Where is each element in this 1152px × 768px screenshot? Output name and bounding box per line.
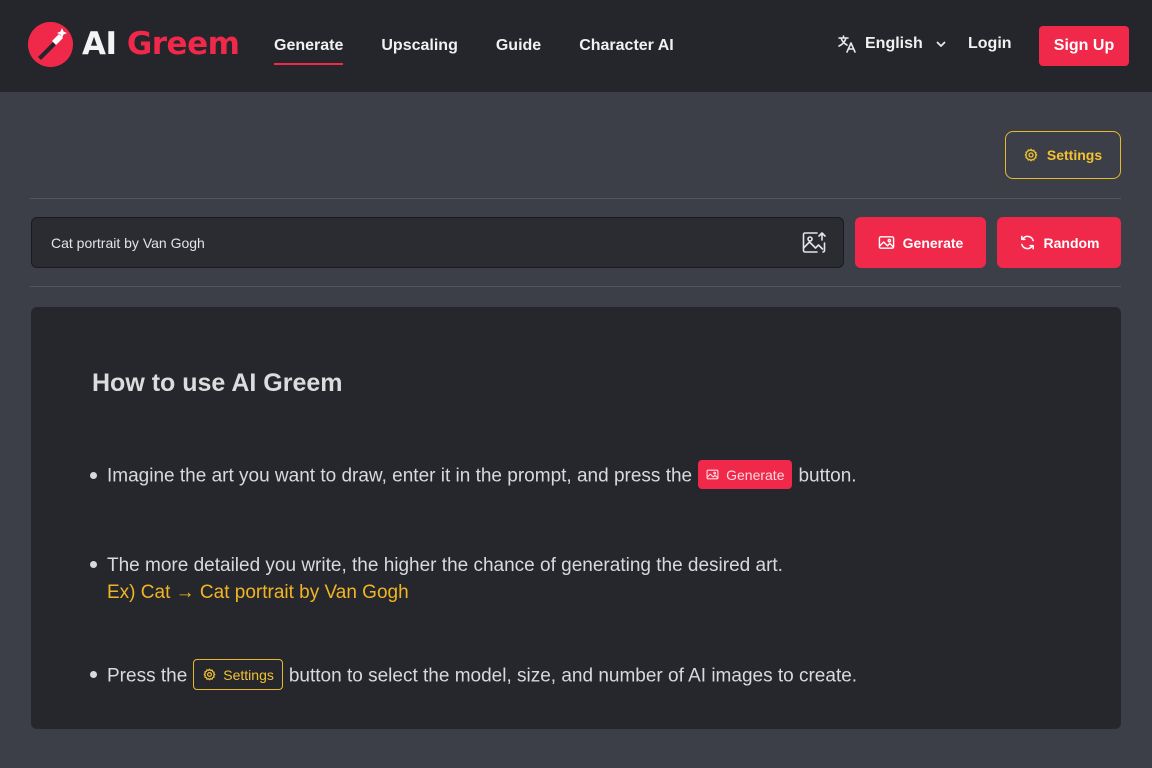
- prompt-box: [31, 217, 844, 268]
- random-label: Random: [1043, 234, 1100, 251]
- settings-button[interactable]: Settings: [1005, 131, 1121, 179]
- guide-item-3: Press the Settings button to select the mo…: [107, 659, 858, 692]
- generate-label: Generate: [902, 234, 964, 251]
- bullet: [90, 671, 97, 678]
- random-button[interactable]: Random: [997, 217, 1121, 268]
- guide-item-2: The more detailed you write, the higher …: [107, 552, 783, 606]
- brand-greem: Greem: [126, 26, 240, 62]
- inline-generate-badge: Generate: [698, 460, 793, 489]
- guide-item-2-text: The more detailed you write, the higher …: [107, 555, 783, 576]
- divider: [30, 198, 1121, 199]
- nav-generate[interactable]: Generate: [274, 0, 344, 92]
- settings-label: Settings: [1046, 147, 1103, 163]
- generate-button[interactable]: Generate: [855, 217, 986, 268]
- guide-item-3-text: Press the: [107, 665, 188, 687]
- chevron-down-icon: [936, 41, 946, 47]
- guide-item-1-after: button.: [798, 465, 857, 487]
- login-link[interactable]: Login: [968, 35, 1012, 53]
- guide-item-3-after: button to select the model, size, and nu…: [288, 665, 858, 687]
- guide-title: How to use AI Greem: [92, 369, 343, 397]
- signup-button[interactable]: Sign Up: [1039, 26, 1129, 66]
- bullet: [90, 561, 97, 568]
- nav-guide[interactable]: Guide: [496, 0, 541, 92]
- language-label: English: [865, 35, 923, 52]
- guide-card: How to use AI Greem Imagine the art you …: [31, 307, 1121, 729]
- nav-character-ai[interactable]: Character AI: [579, 0, 674, 92]
- language-selector[interactable]: English: [837, 34, 947, 54]
- guide-item-2-example: Ex) Cat → Cat portrait by Van Gogh: [107, 582, 409, 603]
- refresh-icon: [1020, 235, 1034, 250]
- divider: [30, 286, 1121, 287]
- guide-item-1-text: Imagine the art you want to draw, enter …: [107, 465, 693, 487]
- nav-upscaling[interactable]: Upscaling: [381, 0, 457, 92]
- inline-generate-label: Generate: [726, 466, 785, 483]
- gear-icon: [1024, 148, 1038, 162]
- image-icon: [706, 469, 719, 480]
- brand-ai: AI: [82, 26, 117, 62]
- top-navbar: AI Greem Generate Upscaling Guide Charac…: [0, 0, 1152, 92]
- brand-name: AI Greem: [82, 22, 240, 67]
- logo-brush-icon: [28, 22, 73, 67]
- inline-settings-badge: Settings: [193, 659, 283, 690]
- translate-icon: [838, 35, 856, 53]
- guide-item-1: Imagine the art you want to draw, enter …: [107, 460, 857, 491]
- main-nav: Generate Upscaling Guide Character AI: [274, 0, 712, 92]
- image-upload-icon[interactable]: [801, 230, 827, 256]
- image-icon: [878, 236, 894, 249]
- inline-settings-label: Settings: [223, 666, 274, 683]
- bullet: [90, 472, 97, 479]
- prompt-input[interactable]: [32, 218, 792, 267]
- gear-icon: [203, 668, 216, 681]
- logo[interactable]: AI Greem: [28, 22, 240, 67]
